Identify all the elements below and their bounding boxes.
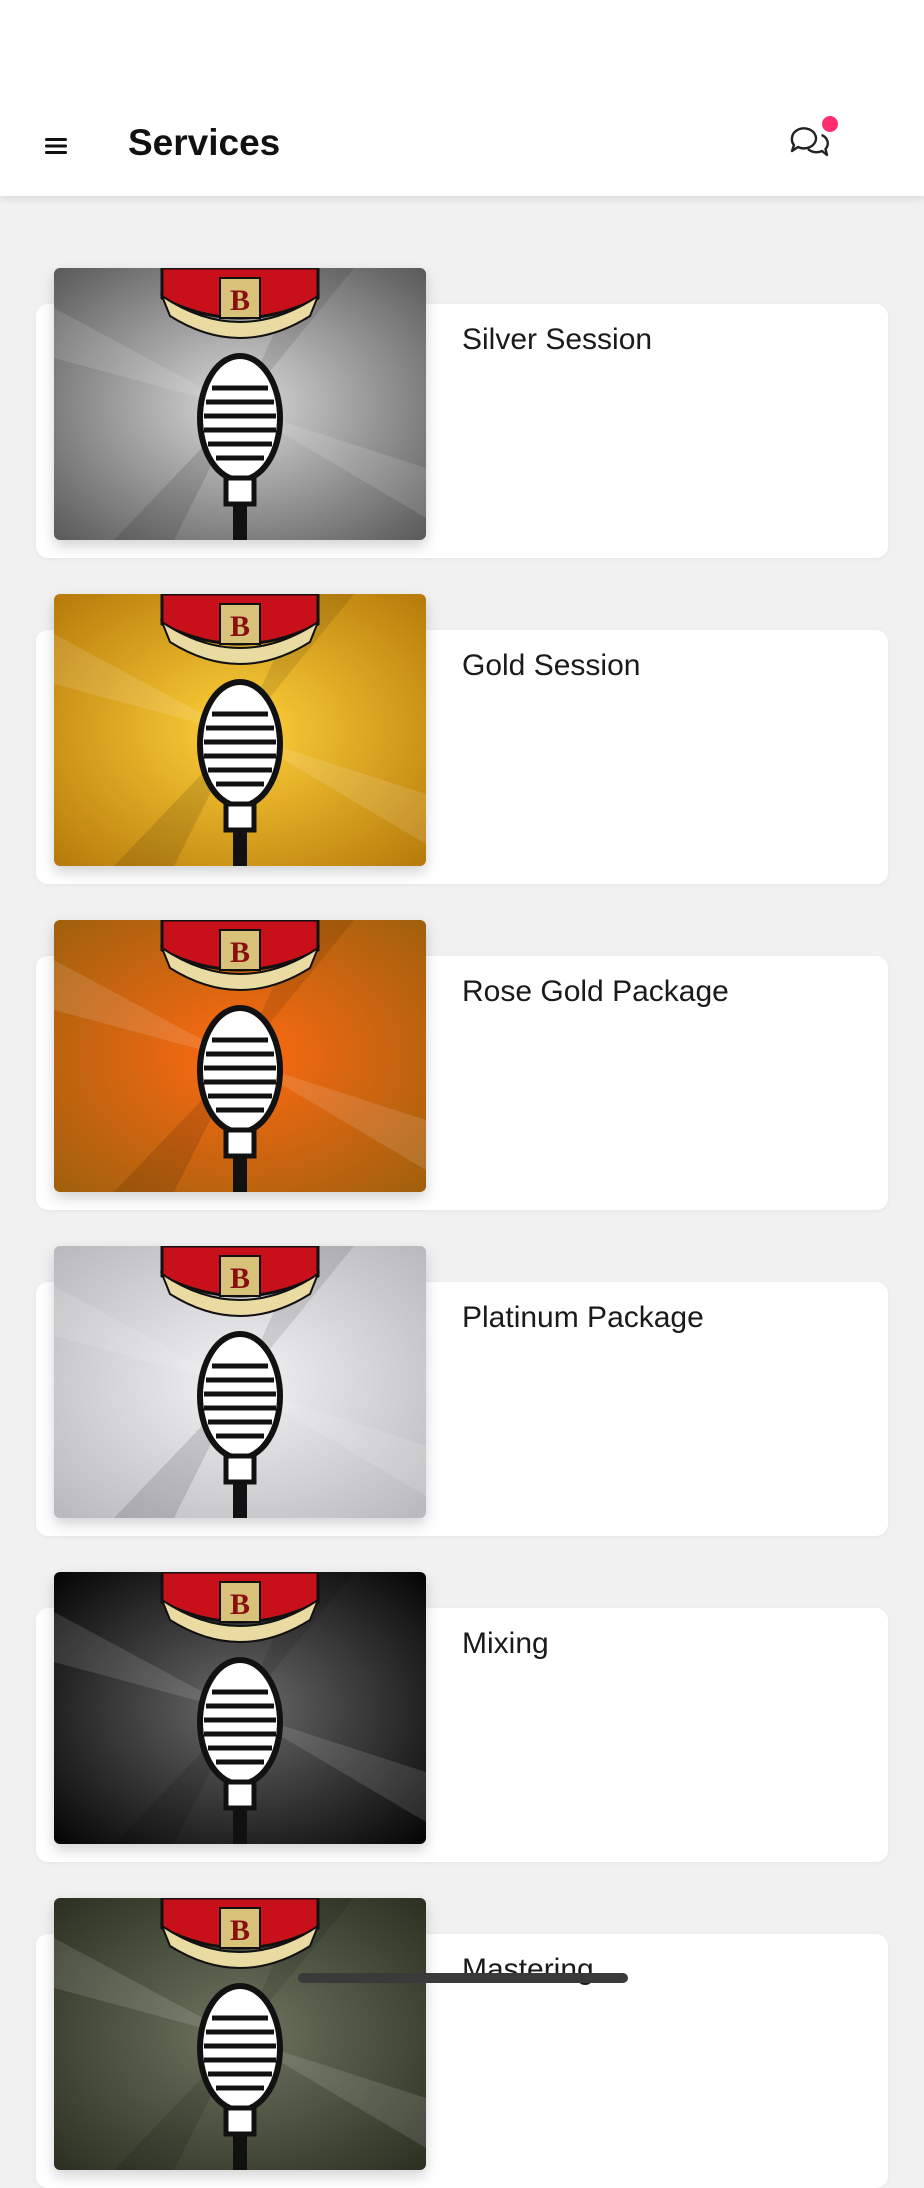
svg-text:B: B	[230, 284, 250, 317]
chat-button[interactable]	[786, 116, 838, 170]
service-title: Platinum Package	[462, 1301, 704, 1334]
svg-text:B: B	[230, 1262, 250, 1295]
app-header: Services	[0, 0, 924, 196]
service-title: Silver Session	[462, 323, 653, 356]
service-title: Mixing	[462, 1627, 549, 1660]
menu-button[interactable]	[36, 126, 76, 166]
service-title: Rose Gold Package	[462, 975, 729, 1008]
service-thumbnail[interactable]: B	[54, 594, 426, 866]
service-thumbnail[interactable]: B	[54, 1898, 426, 2170]
microphone-logo-image: B	[54, 1246, 426, 1518]
page-title: Services	[128, 122, 281, 163]
microphone-logo-image: B	[54, 1572, 426, 1844]
microphone-logo-image: B	[54, 268, 426, 540]
svg-text:B: B	[230, 936, 250, 969]
home-indicator	[298, 1973, 628, 1983]
microphone-logo-image: B	[54, 594, 426, 866]
service-thumbnail[interactable]: B	[54, 1572, 426, 1844]
service-title: Gold Session	[462, 649, 641, 682]
svg-text:B: B	[230, 1914, 250, 1947]
service-thumbnail[interactable]: B	[54, 920, 426, 1192]
svg-text:B: B	[230, 610, 250, 643]
service-thumbnail[interactable]: B	[54, 1246, 426, 1518]
svg-text:B: B	[230, 1588, 250, 1621]
microphone-logo-image: B	[54, 920, 426, 1192]
service-thumbnail[interactable]: B	[54, 268, 426, 540]
hamburger-menu-icon	[45, 138, 67, 154]
notification-dot	[822, 116, 838, 132]
microphone-logo-image: B	[54, 1898, 426, 2170]
